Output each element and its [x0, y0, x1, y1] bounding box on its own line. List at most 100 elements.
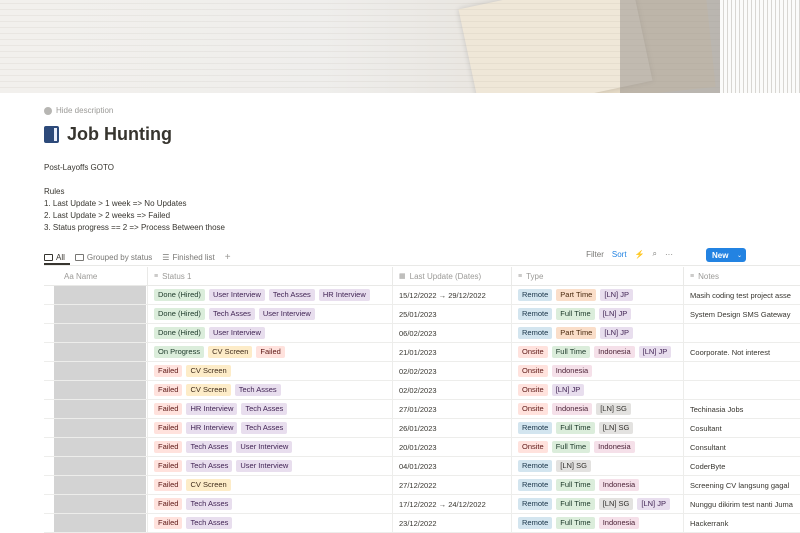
name-cell[interactable]: [44, 495, 148, 513]
last-update-cell[interactable]: 02/02/2023: [393, 362, 512, 380]
notes-cell[interactable]: System Design SMS Gateway: [684, 305, 800, 323]
table-row[interactable]: Failed HR Interview Tech Asses 27/01/2023 On…: [44, 400, 800, 419]
status-cell[interactable]: Failed CV Screen: [148, 362, 393, 380]
status-cell[interactable]: Done (Hired) Tech Asses User Interview: [148, 305, 393, 323]
status-cell[interactable]: Failed Tech Asses User Interview: [148, 457, 393, 475]
name-cell[interactable]: [44, 476, 148, 494]
status-cell[interactable]: Failed Tech Asses User Interview: [148, 438, 393, 456]
table-row[interactable]: Failed Tech Asses User Interview 20/01/2023…: [44, 438, 800, 457]
type-cell[interactable]: Remote Full Time [LN] JP: [512, 305, 684, 323]
tab-all[interactable]: All: [44, 253, 65, 262]
last-update-cell[interactable]: 27/12/2022: [393, 476, 512, 494]
last-update-cell[interactable]: 23/12/2022: [393, 514, 512, 532]
date-value: 17/12/2022 → 24/12/2022: [399, 499, 486, 509]
last-update-cell[interactable]: 06/02/2023: [393, 324, 512, 342]
type-cell[interactable]: Onsite Full Time Indonesia [LN] JP: [512, 343, 684, 361]
name-cell[interactable]: [44, 419, 148, 437]
notes-cell[interactable]: Techinasia Jobs: [684, 400, 800, 418]
more-options-button[interactable]: ···: [665, 250, 673, 259]
name-cell[interactable]: [44, 362, 148, 380]
status-cell[interactable]: Failed Tech Asses: [148, 495, 393, 513]
type-cell[interactable]: Remote Part Time [LN] JP: [512, 286, 684, 304]
status-cell[interactable]: Done (Hired) User Interview Tech Asses HR I…: [148, 286, 393, 304]
type-cell[interactable]: Remote [LN] SG: [512, 457, 684, 475]
notes-cell[interactable]: [684, 362, 800, 380]
name-cell[interactable]: [44, 305, 148, 323]
sort-button[interactable]: Sort: [612, 250, 627, 259]
notes-cell[interactable]: Consultant: [684, 438, 800, 456]
name-cell[interactable]: [44, 286, 148, 304]
tab-grouped-by-status[interactable]: Grouped by status: [74, 253, 152, 262]
hide-description-button[interactable]: Hide description: [44, 106, 113, 115]
type-cell[interactable]: Onsite Indonesia: [512, 362, 684, 380]
add-view-button[interactable]: +: [225, 252, 231, 263]
type-cell[interactable]: Remote Part Time [LN] JP: [512, 324, 684, 342]
name-cell[interactable]: [44, 381, 148, 399]
type-cell[interactable]: Remote Full Time [LN] SG: [512, 419, 684, 437]
status-cell[interactable]: Done (Hired) User Interview: [148, 324, 393, 342]
table-row[interactable]: Failed CV Screen 02/02/2023 Onsite Indonesia: [44, 362, 800, 381]
tag: [LN] SG: [598, 422, 634, 434]
name-cell[interactable]: [44, 324, 148, 342]
notes-cell[interactable]: [684, 324, 800, 342]
type-cell[interactable]: Remote Full Time Indonesia: [512, 476, 684, 494]
name-cell[interactable]: [44, 457, 148, 475]
status-cell[interactable]: Failed CV Screen: [148, 476, 393, 494]
chevron-down-icon[interactable]: ⌄: [737, 252, 742, 259]
notes-cell[interactable]: Masih coding test project asse: [684, 286, 800, 304]
type-cell[interactable]: Onsite [LN] JP: [512, 381, 684, 399]
table-row[interactable]: Done (Hired) User Interview Tech Asses HR I…: [44, 286, 800, 305]
table-row[interactable]: On Progress CV Screen Failed 21/01/2023 Onsi…: [44, 343, 800, 362]
last-update-cell[interactable]: 20/01/2023: [393, 438, 512, 456]
page-title[interactable]: Job Hunting: [67, 124, 172, 145]
notes-cell[interactable]: Hackerrank: [684, 514, 800, 532]
status-cell[interactable]: Failed Tech Asses: [148, 514, 393, 532]
column-header-last-update[interactable]: ▦ Last Update (Dates): [393, 267, 512, 285]
last-update-cell[interactable]: 02/02/2023: [393, 381, 512, 399]
column-header-type[interactable]: ≡ Type: [512, 267, 684, 285]
search-icon[interactable]: ⌕: [653, 249, 657, 259]
new-button[interactable]: New ⌄: [706, 248, 746, 262]
type-cell[interactable]: Remote Full Time Indonesia: [512, 514, 684, 532]
type-cell[interactable]: Onsite Full Time Indonesia: [512, 438, 684, 456]
tag: Done (Hired): [154, 289, 205, 301]
last-update-cell[interactable]: 21/01/2023: [393, 343, 512, 361]
notes-cell[interactable]: Coorporate. Not interest: [684, 343, 800, 361]
column-header-name[interactable]: Aa Name: [44, 267, 148, 285]
notes-cell[interactable]: [684, 381, 800, 399]
last-update-cell[interactable]: 15/12/2022 → 29/12/2022: [393, 286, 512, 304]
notes-cell[interactable]: Nunggu dikirim test nanti Juma: [684, 495, 800, 513]
name-cell[interactable]: [44, 400, 148, 418]
name-cell[interactable]: [44, 343, 148, 361]
table-row[interactable]: Failed Tech Asses 23/12/2022 Remote Full Tim…: [44, 514, 800, 533]
type-cell[interactable]: Onsite Indonesia [LN] SG: [512, 400, 684, 418]
filter-button[interactable]: Filter: [586, 250, 604, 259]
name-cell[interactable]: [44, 438, 148, 456]
table-row[interactable]: Done (Hired) User Interview 06/02/2023 Remo…: [44, 324, 800, 343]
notes-cell[interactable]: CoderByte: [684, 457, 800, 475]
column-header-status[interactable]: ≡ Status 1: [148, 267, 393, 285]
last-update-cell[interactable]: 26/01/2023: [393, 419, 512, 437]
name-cell[interactable]: [44, 514, 148, 532]
table-row[interactable]: Failed HR Interview Tech Asses 26/01/2023 Re…: [44, 419, 800, 438]
notes-cell[interactable]: Cosultant: [684, 419, 800, 437]
column-header-notes[interactable]: ≡ Notes: [684, 267, 800, 285]
table-row[interactable]: Failed CV Screen Tech Asses 02/02/2023 Onsit…: [44, 381, 800, 400]
table-row[interactable]: Failed Tech Asses 17/12/2022 → 24/12/2022 R…: [44, 495, 800, 514]
last-update-cell[interactable]: 17/12/2022 → 24/12/2022: [393, 495, 512, 513]
table-row[interactable]: Done (Hired) Tech Asses User Interview 25/0…: [44, 305, 800, 324]
last-update-cell[interactable]: 04/01/2023: [393, 457, 512, 475]
last-update-cell[interactable]: 25/01/2023: [393, 305, 512, 323]
status-cell[interactable]: Failed CV Screen Tech Asses: [148, 381, 393, 399]
table-row[interactable]: Failed Tech Asses User Interview 04/01/2023…: [44, 457, 800, 476]
notes-cell[interactable]: Screening CV langsung gagal: [684, 476, 800, 494]
table-row[interactable]: Failed CV Screen 27/12/2022 Remote Full Time…: [44, 476, 800, 495]
lightning-icon[interactable]: ⚡: [635, 250, 645, 259]
type-cell[interactable]: Remote Full Time [LN] SG [LN] JP: [512, 495, 684, 513]
last-update-cell[interactable]: 27/01/2023: [393, 400, 512, 418]
status-cell[interactable]: On Progress CV Screen Failed: [148, 343, 393, 361]
status-cell[interactable]: Failed HR Interview Tech Asses: [148, 400, 393, 418]
status-cell[interactable]: Failed HR Interview Tech Asses: [148, 419, 393, 437]
tab-finished-list[interactable]: ☰ Finished list: [162, 253, 214, 262]
column-label: Status 1: [162, 271, 192, 281]
